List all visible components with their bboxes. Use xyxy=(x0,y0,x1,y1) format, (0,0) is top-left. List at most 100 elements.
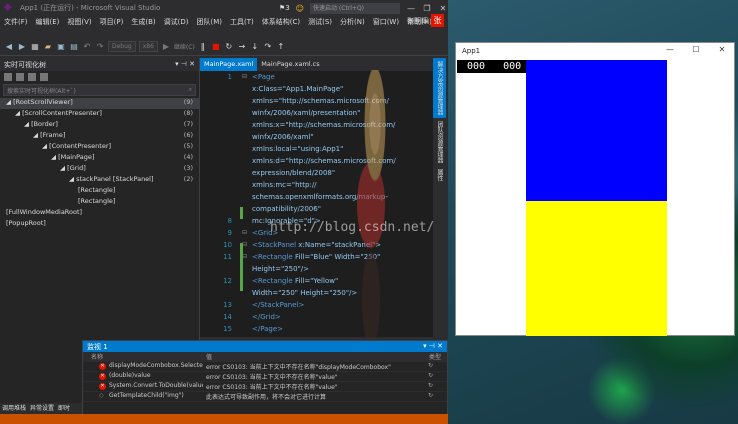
save-icon[interactable]: ▣ xyxy=(56,42,66,52)
bottom-tab[interactable]: 调用堆栈 xyxy=(2,403,26,413)
editor-tab[interactable]: MainPage.xaml.cs xyxy=(257,58,324,71)
watch-row[interactable]: ◇ GetTemplateChild("img") 此表达式可导致副作用，将不会对它… xyxy=(83,392,447,402)
user-name[interactable]: 张明辉 xyxy=(407,16,428,26)
watch-col-value[interactable]: 值 xyxy=(206,352,212,361)
close-icon[interactable]: ✕ xyxy=(438,4,448,13)
menu-item[interactable]: 团队(M) xyxy=(192,16,226,27)
watch-name: System.Convert.ToDouble(value xyxy=(109,382,203,389)
feedback-smiley-icon[interactable]: ☺ xyxy=(296,4,304,13)
step-out-icon[interactable]: ↑ xyxy=(276,42,286,52)
open-file-icon[interactable]: ▰ xyxy=(43,42,53,52)
step-into-icon[interactable]: ↓ xyxy=(250,42,260,52)
side-tab[interactable]: 团队资源管理器 xyxy=(433,118,446,166)
tools-icon[interactable] xyxy=(40,72,48,81)
bottom-tab[interactable]: 异常设置 xyxy=(30,403,54,413)
continue-icon[interactable]: ▶ xyxy=(161,42,171,52)
side-tool-tabs: 解决方案资源管理器 团队资源管理器 属性 xyxy=(433,58,448,348)
line-number: 1 xyxy=(227,73,232,81)
step-over-icon[interactable]: ↷ xyxy=(263,42,273,52)
notification-flag-icon[interactable]: ⚑3 xyxy=(279,4,290,12)
refresh-icon[interactable]: ↻ xyxy=(428,382,433,389)
navigate-forward-icon[interactable]: ▶ xyxy=(17,42,27,52)
menu-item[interactable]: 视图(V) xyxy=(63,16,95,27)
pause-icon[interactable]: ‖ xyxy=(198,42,208,52)
stop-icon[interactable]: ■ xyxy=(211,42,221,52)
watch-close-icon[interactable]: ▾ ⊣ ✕ xyxy=(423,342,443,351)
watch-row[interactable]: ✕ displayModeCombobox.Selecte error CS0103… xyxy=(83,362,447,372)
restart-icon[interactable]: ↻ xyxy=(224,42,234,52)
app-minimize-icon[interactable]: — xyxy=(664,45,676,54)
refresh-icon[interactable]: ↻ xyxy=(428,372,433,379)
redo-icon[interactable]: ↷ xyxy=(95,42,105,52)
change-marker xyxy=(240,243,243,291)
tree-row[interactable]: ◢ [MainPage] (4) xyxy=(0,153,199,164)
code-attribute: winfx/2006/xaml" xyxy=(252,133,314,141)
minimize-icon[interactable]: — xyxy=(406,4,416,13)
tree-row-label: [Rectangle] xyxy=(78,197,116,205)
watch-col-type[interactable]: 类型 xyxy=(429,352,441,361)
app-close-icon[interactable]: ✕ xyxy=(716,45,728,54)
watch-row[interactable]: ✕ System.Convert.ToDouble(value error CS01… xyxy=(83,382,447,392)
tree-row[interactable]: ◢ [Border] (7) xyxy=(0,120,199,131)
yellow-rectangle xyxy=(526,201,667,336)
app-maximize-icon[interactable]: ☐ xyxy=(690,45,702,54)
tree-row[interactable]: ◢ [Grid] (3) xyxy=(0,164,199,175)
live-tree-search-input[interactable]: 搜索实时可视化树(Alt+`) ⌕ xyxy=(3,84,196,96)
continue-button[interactable]: 继续(C) xyxy=(174,42,195,51)
watch-glyph-icon: ◇ xyxy=(99,392,104,399)
tree-row[interactable]: [Rectangle] xyxy=(0,186,199,197)
quick-launch-input[interactable]: 快速启动 (Ctrl+Q) xyxy=(310,2,400,14)
panel-pin-icon[interactable]: ▾ ⊣ ✕ xyxy=(175,60,195,69)
tree-row[interactable]: [FullWindowMediaRoot] xyxy=(0,208,199,219)
display-adorners-icon[interactable] xyxy=(16,72,24,81)
watch-row[interactable]: ✕ (double)value error CS0103: 当前上下文中不存在名称"… xyxy=(83,372,447,382)
fps-right: 000 xyxy=(503,61,522,72)
menu-item[interactable]: 文件(F) xyxy=(0,16,32,27)
tree-row[interactable]: ◢ [ScrollContentPresenter] (8) xyxy=(0,109,199,120)
menu-item[interactable]: 编辑(E) xyxy=(32,16,64,27)
tree-row[interactable]: ◢ [Frame] (6) xyxy=(0,131,199,142)
fold-toggle-icon[interactable]: ⊟ xyxy=(242,229,247,236)
side-tab[interactable]: 解决方案资源管理器 xyxy=(433,58,446,118)
line-number: 11 xyxy=(223,253,232,261)
show-next-statement-icon[interactable]: → xyxy=(237,42,247,52)
fold-toggle-icon[interactable]: ⊟ xyxy=(242,73,247,80)
code-attribute: xmlns:local="using:App1" xyxy=(252,145,344,153)
menu-item[interactable]: 窗口(W) xyxy=(369,16,403,27)
menu-item[interactable]: 生成(B) xyxy=(127,16,159,27)
refresh-icon[interactable]: ↻ xyxy=(428,392,433,399)
tree-row[interactable]: [PopupRoot] xyxy=(0,219,199,230)
tree-row[interactable]: ◢ [ContentPresenter] (5) xyxy=(0,142,199,153)
menu-item[interactable]: 项目(P) xyxy=(96,16,128,27)
side-tab[interactable]: 属性 xyxy=(433,166,446,184)
bottom-tab[interactable]: 即时 xyxy=(58,403,70,413)
avatar[interactable]: 张 xyxy=(431,14,444,27)
watch-header: 监视 1 ▾ ⊣ ✕ xyxy=(83,341,447,352)
maximize-icon[interactable]: ❐ xyxy=(422,4,432,13)
menu-item[interactable]: 测试(S) xyxy=(304,16,336,27)
save-all-icon[interactable]: ▤ xyxy=(69,42,79,52)
menu-item[interactable]: 体系结构(C) xyxy=(258,16,304,27)
tree-row[interactable]: [Rectangle] xyxy=(0,197,199,208)
watch-col-name[interactable]: 名称 xyxy=(91,352,103,361)
code-text: <Page xyxy=(252,73,275,81)
code-text: x:Class="App1.MainPage" xyxy=(252,85,343,93)
navigate-back-icon[interactable]: ◀ xyxy=(4,42,14,52)
menu-item[interactable]: 分析(N) xyxy=(336,16,369,27)
code-attribute: xmlns:mc="http:// xyxy=(252,181,317,189)
menu-item[interactable]: 工具(T) xyxy=(226,16,258,27)
new-project-icon[interactable]: ▦ xyxy=(30,42,40,52)
track-focus-icon[interactable] xyxy=(28,72,36,81)
platform-select[interactable]: x86 xyxy=(138,41,158,52)
select-element-icon[interactable] xyxy=(4,72,12,81)
menu-item[interactable]: 调试(D) xyxy=(160,16,193,27)
tree-row[interactable]: ◢ stackPanel [StackPanel] (2) xyxy=(0,175,199,186)
solution-config-select[interactable]: Debug xyxy=(108,41,136,52)
editor-tab[interactable]: MainPage.xaml xyxy=(200,58,258,71)
watch-rows: ✕ displayModeCombobox.Selecte error CS0103… xyxy=(83,362,447,402)
frame-rate-counter: 000 000 xyxy=(457,60,526,73)
tree-row-label: ◢ [ScrollContentPresenter] xyxy=(15,109,102,117)
refresh-icon[interactable]: ↻ xyxy=(428,362,433,369)
tree-row[interactable]: ◢ [RootScrollViewer] (9) xyxy=(0,98,199,109)
undo-icon[interactable]: ↶ xyxy=(82,42,92,52)
